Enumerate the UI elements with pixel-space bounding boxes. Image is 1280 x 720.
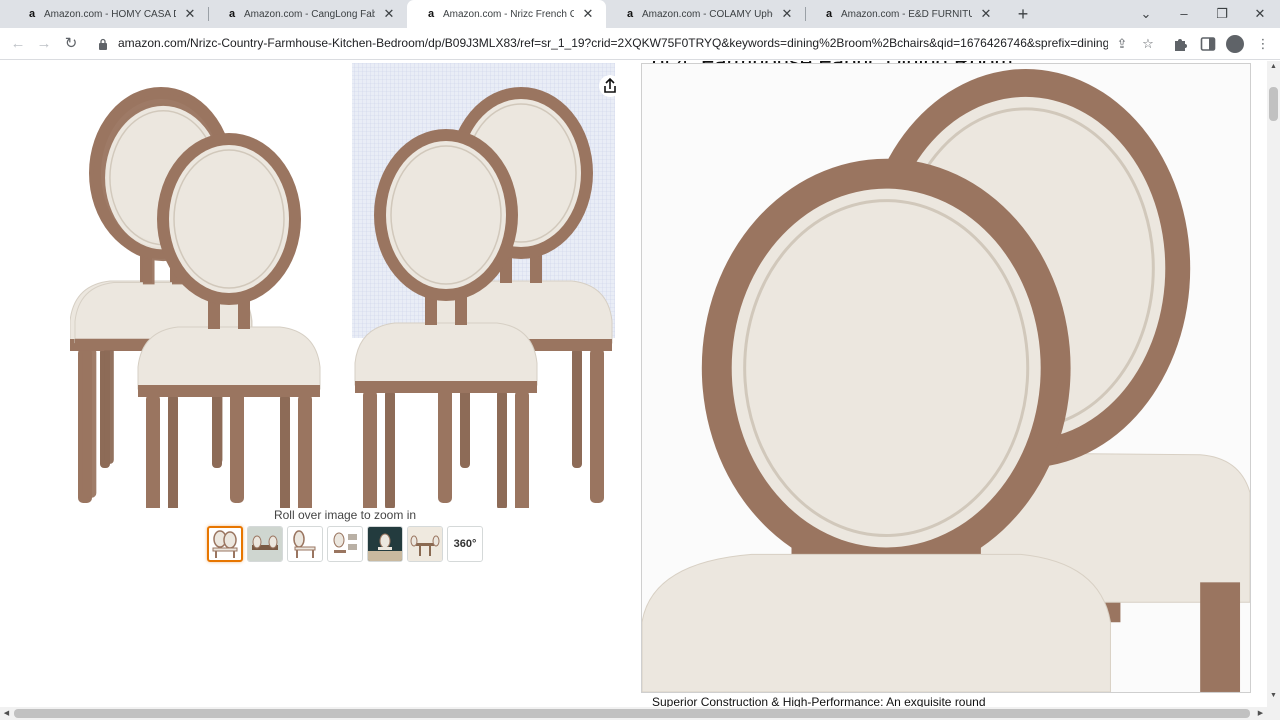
thumbnail-3[interactable] [287, 526, 323, 562]
close-tab-icon[interactable]: ✕ [978, 6, 994, 22]
extensions-puzzle-icon[interactable] [1172, 35, 1190, 53]
close-tab-icon[interactable]: ✕ [580, 6, 596, 22]
bookmark-star-icon[interactable]: ☆ [1137, 33, 1159, 55]
tab-title: Amazon.com - E&D FURNITURE [841, 8, 972, 20]
amazon-favicon-icon: a [427, 8, 435, 20]
zoomed-image-pane [641, 63, 1251, 693]
amazon-favicon-icon: a [626, 8, 634, 20]
lock-icon [99, 38, 107, 50]
forward-arrow-icon[interactable]: → [32, 32, 56, 56]
side-panel-icon[interactable] [1200, 36, 1216, 52]
browser-toolbar: ← → ↻ amazon.com/Nrizc-Country-Farmhouse… [0, 28, 1280, 60]
thumbnail-6[interactable] [407, 526, 443, 562]
vertical-scrollbar[interactable]: ▲ ▼ [1267, 61, 1280, 707]
room-thumb-image [248, 527, 282, 561]
address-bar-url[interactable]: amazon.com/Nrizc-Country-Farmhouse-Kitch… [118, 36, 1108, 50]
zoom-hint-text: Roll over image to zoom in [273, 508, 417, 522]
thumbnail-2[interactable] [247, 526, 283, 562]
main-product-image[interactable] [70, 63, 620, 508]
close-tab-icon[interactable]: ✕ [381, 6, 397, 22]
thumbnail-360[interactable]: 360° [447, 526, 483, 562]
thumbnail-strip: 360° [207, 526, 483, 562]
tab-title: Amazon.com - COLAMY Upholst [642, 8, 773, 20]
tab-search-dropdown-icon[interactable]: ⌄ [1127, 0, 1165, 28]
amazon-favicon-icon: a [28, 8, 36, 20]
chair-thumb-image [212, 530, 238, 558]
browser-tab-1[interactable]: a Amazon.com - HOMY CASA Dini ✕ [8, 0, 208, 28]
horizontal-scrollbar[interactable]: ◀ ▶ [0, 707, 1280, 720]
tab-title: Amazon.com - CangLong Fabric [244, 8, 375, 20]
thumbnail-1[interactable] [207, 526, 243, 562]
new-tab-button[interactable]: + [1012, 3, 1034, 25]
browser-tab-2[interactable]: a Amazon.com - CangLong Fabric ✕ [208, 0, 407, 28]
horizontal-scroll-thumb[interactable] [14, 709, 1250, 718]
minimize-window-icon[interactable]: – [1165, 0, 1203, 28]
share-page-icon[interactable]: ⇪ [1111, 33, 1133, 55]
close-tab-icon[interactable]: ✕ [182, 6, 198, 22]
amazon-favicon-icon: a [228, 8, 236, 20]
dark-room-thumb-image [368, 527, 402, 561]
rotate-360-icon: 360° [453, 538, 477, 550]
scroll-down-arrow-icon[interactable]: ▼ [1267, 692, 1280, 699]
browser-tab-4[interactable]: a Amazon.com - COLAMY Upholst ✕ [606, 0, 805, 28]
scroll-up-arrow-icon[interactable]: ▲ [1267, 63, 1280, 70]
browser-tab-5[interactable]: a Amazon.com - E&D FURNITURE ✕ [805, 0, 1004, 28]
close-tab-icon[interactable]: ✕ [779, 6, 795, 22]
tab-title: Amazon.com - HOMY CASA Dini [44, 8, 176, 20]
share-icon[interactable] [599, 75, 621, 97]
feature-bullet: Superior Construction & High-Performance… [652, 695, 986, 707]
tab-title: Amazon.com - Nrizc French Cou [443, 8, 574, 20]
product-page: Roll over image to zoom in 360° of 4, Fa… [0, 61, 1267, 707]
profile-avatar-icon[interactable] [1226, 35, 1244, 53]
kebab-menu-icon[interactable]: ⋮ [1252, 33, 1274, 55]
reload-icon[interactable]: ↻ [59, 32, 83, 56]
amazon-favicon-icon: a [825, 8, 833, 20]
chair-side-thumb-image [293, 530, 316, 558]
close-window-icon[interactable]: ✕ [1241, 0, 1279, 28]
thumbnail-4[interactable] [327, 526, 363, 562]
thumbnail-5[interactable] [367, 526, 403, 562]
back-arrow-icon[interactable]: ← [6, 32, 30, 56]
scroll-right-arrow-icon[interactable]: ▶ [1254, 707, 1267, 720]
restore-window-icon[interactable]: ❐ [1203, 0, 1241, 28]
table-thumb-image [408, 527, 442, 561]
tab-strip: a Amazon.com - HOMY CASA Dini ✕ a Amazon… [0, 0, 1280, 28]
browser-tab-3-active[interactable]: a Amazon.com - Nrizc French Cou ✕ [407, 0, 606, 28]
vertical-scroll-thumb[interactable] [1269, 87, 1278, 121]
detail-thumb-image [333, 532, 357, 553]
scroll-left-arrow-icon[interactable]: ◀ [0, 707, 13, 720]
